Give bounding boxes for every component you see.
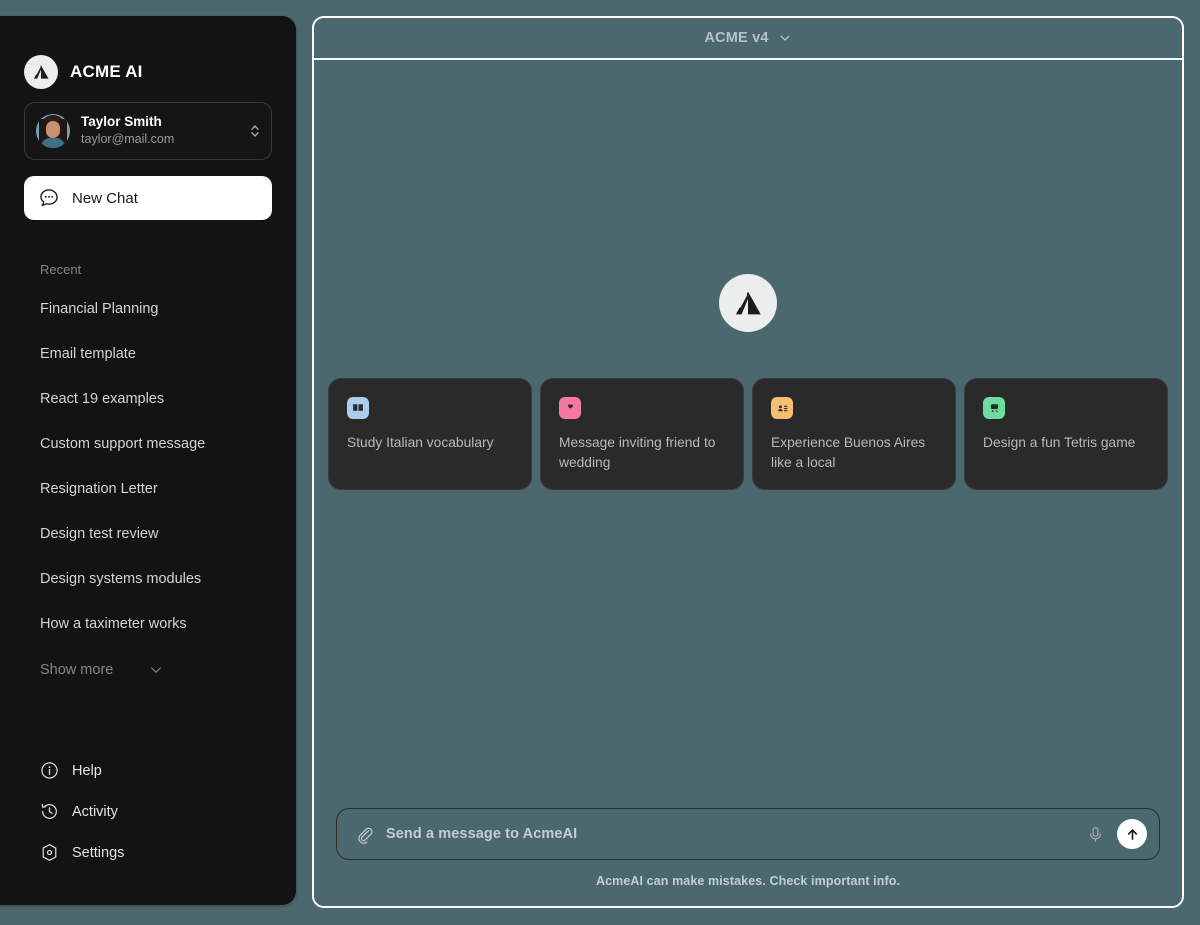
disclaimer-text: AcmeAI can make mistakes. Check importan…: [595, 874, 901, 888]
recent-item[interactable]: Design test review: [0, 512, 296, 557]
new-chat-button[interactable]: New Chat: [24, 176, 272, 220]
suggestion-cards: Study Italian vocabulary Message invitin…: [314, 378, 1182, 490]
chevron-up-down-icon[interactable]: [249, 122, 261, 140]
sidebar: ACME AI Taylor Smith taylor@mail.com New…: [0, 16, 296, 905]
recent-item[interactable]: Custom support message: [0, 422, 296, 467]
handheld-console-icon: [983, 397, 1005, 419]
recent-list: Financial Planning Email template React …: [0, 277, 296, 692]
message-composer[interactable]: Send a message to AcmeAI: [336, 808, 1160, 860]
sidebar-item-label: Settings: [72, 844, 125, 861]
chat-canvas: Study Italian vocabulary Message invitin…: [314, 60, 1182, 906]
suggestion-card-text: Design a fun Tetris game: [983, 435, 1136, 450]
new-chat-label: New Chat: [72, 189, 138, 207]
sidebar-item-help[interactable]: Help: [40, 750, 296, 791]
sidebar-item-settings[interactable]: Settings: [40, 832, 296, 873]
sidebar-item-activity[interactable]: Activity: [40, 791, 296, 832]
recent-item[interactable]: Financial Planning: [0, 287, 296, 332]
suggestion-card[interactable]: Study Italian vocabulary: [328, 378, 532, 490]
profile-name: Taylor Smith: [81, 114, 162, 130]
acme-logo-icon: [719, 274, 777, 332]
arrow-up-icon: [1124, 826, 1141, 843]
acme-logo-icon: [24, 55, 58, 89]
book-icon: [347, 397, 369, 419]
chevron-down-icon: [148, 662, 256, 678]
microphone-icon[interactable]: [1086, 825, 1105, 844]
chat-bubble-dots-icon: [38, 187, 60, 209]
show-more-button[interactable]: Show more: [0, 647, 296, 692]
history-clock-icon: [40, 802, 59, 821]
suggestion-card-text: Experience Buenos Aires like a local: [771, 435, 926, 470]
sidebar-item-label: Activity: [72, 803, 118, 820]
id-card-icon: [771, 397, 793, 419]
sidebar-bottom-nav: Help Activity Settings: [0, 750, 296, 905]
suggestion-card[interactable]: Message inviting friend to wedding: [540, 378, 744, 490]
recent-section-label: Recent: [40, 262, 82, 277]
topbar: ACME v4: [314, 18, 1182, 60]
sidebar-item-label: Help: [72, 762, 102, 779]
profile-email: taylor@mail.com: [81, 132, 175, 147]
recent-item[interactable]: Design systems modules: [0, 557, 296, 602]
suggestion-card[interactable]: Experience Buenos Aires like a local: [752, 378, 956, 490]
main-panel: ACME v4 Study Italian vocabulary Message…: [312, 16, 1184, 908]
message-input[interactable]: Send a message to AcmeAI: [386, 826, 1074, 842]
profile-card[interactable]: Taylor Smith taylor@mail.com: [24, 102, 272, 160]
chevron-down-icon[interactable]: [778, 31, 792, 45]
settings-hexagon-icon: [40, 843, 59, 862]
composer-wrapper: Send a message to AcmeAI: [314, 808, 1182, 874]
model-selector-label: ACME v4: [704, 30, 769, 46]
recent-item[interactable]: Resignation Letter: [0, 467, 296, 512]
empty-state: Study Italian vocabulary Message invitin…: [314, 60, 1182, 808]
heart-bubble-icon: [559, 397, 581, 419]
brand: ACME AI: [0, 16, 296, 102]
send-button[interactable]: [1117, 819, 1147, 849]
suggestion-card-text: Study Italian vocabulary: [347, 435, 494, 450]
suggestion-card-text: Message inviting friend to wedding: [559, 435, 716, 470]
paperclip-icon[interactable]: [355, 825, 374, 844]
recent-item[interactable]: React 19 examples: [0, 377, 296, 422]
show-more-label: Show more: [40, 661, 114, 678]
recent-item[interactable]: Email template: [0, 332, 296, 377]
brand-name: ACME AI: [70, 62, 143, 81]
avatar: [36, 114, 70, 148]
info-circle-icon: [40, 761, 59, 780]
suggestion-card[interactable]: Design a fun Tetris game: [964, 378, 1168, 490]
recent-item[interactable]: How a taximeter works: [0, 602, 296, 647]
